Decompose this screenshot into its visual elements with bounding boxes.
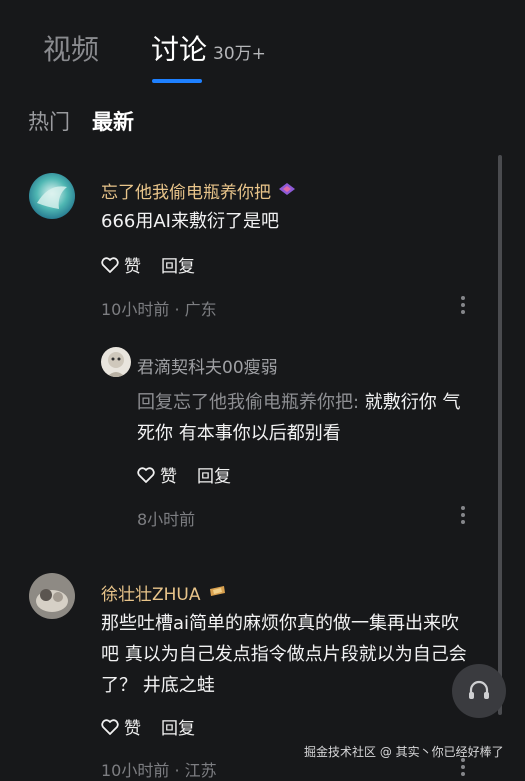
heart-icon [101, 718, 119, 735]
reply-button[interactable]: 回复 [161, 714, 195, 739]
comment-text: 那些吐槽ai简单的麻烦你真的做一集再出来吹吧 真以为自己发点指令做点片段就以为自… [101, 608, 476, 701]
author-name[interactable]: 徐壮壮ZHUA [101, 580, 201, 605]
reply-actions: 赞 回复 [137, 462, 231, 487]
like-label: 赞 [160, 467, 177, 487]
scrollbar[interactable] [498, 155, 502, 715]
like-button[interactable]: 赞 [137, 462, 177, 487]
reply-text: 回复忘了他我偷电瓶养你把: 就敷衍你 气死你 有本事你以后都别看 [137, 387, 477, 449]
comment-meta: 10小时前 · 江苏 [101, 761, 217, 780]
discuss-count: 30万+ [213, 44, 266, 64]
sort-hot[interactable]: 热门 [28, 106, 70, 136]
comment-text-content: 那些吐槽ai简单的麻烦你真的做一集再出来吹吧 真以为自己发点指令做点片段就以为自… [101, 613, 467, 696]
like-button[interactable]: 赞 [101, 714, 141, 739]
comment-actions: 赞 回复 [101, 714, 195, 739]
comment-text: 666用AI来敷衍了是吧 [101, 206, 461, 237]
customer-support-button[interactable] [452, 664, 506, 718]
more-options-icon[interactable] [460, 296, 466, 316]
author-name[interactable]: 君滴契科夫00瘦弱 [137, 353, 278, 378]
reply-button[interactable]: 回复 [197, 462, 231, 487]
comment-actions: 赞 回复 [101, 252, 195, 277]
avatar[interactable] [29, 173, 75, 219]
comment-meta: 10小时前 · 广东 [101, 300, 217, 319]
like-label: 赞 [124, 257, 141, 277]
like-label: 赞 [124, 719, 141, 739]
author-name[interactable]: 忘了他我偷电瓶养你把 [101, 178, 271, 203]
comment-author[interactable]: 徐壮壮ZHUA [101, 580, 227, 605]
watermark: 掘金技术社区 @ 其实丶你已经好棒了 [304, 745, 504, 759]
more-options-icon[interactable] [460, 506, 466, 526]
tab-video[interactable]: 视频 [43, 28, 99, 68]
level-badge-icon [277, 182, 297, 200]
reply-button[interactable]: 回复 [161, 252, 195, 277]
headset-icon [469, 680, 489, 699]
comment-text-content: 666用AI来敷衍了是吧 [101, 211, 279, 232]
avatar[interactable] [29, 573, 75, 619]
like-button[interactable]: 赞 [101, 252, 141, 277]
reply-author[interactable]: 君滴契科夫00瘦弱 [137, 353, 278, 378]
level-badge-icon [207, 584, 227, 602]
sort-switch: 热门 最新 [28, 106, 134, 136]
avatar[interactable] [101, 347, 131, 377]
heart-icon [101, 256, 119, 273]
comment-author[interactable]: 忘了他我偷电瓶养你把 [101, 178, 297, 203]
top-tabs: 视频 讨论 30万+ [43, 28, 266, 83]
tab-discuss[interactable]: 讨论 [151, 28, 207, 83]
heart-icon [137, 466, 155, 483]
sort-latest[interactable]: 最新 [92, 106, 134, 136]
reply-meta: 8小时前 [137, 510, 196, 529]
reply-to-prefix[interactable]: 回复忘了他我偷电瓶养你把: [137, 392, 359, 413]
more-options-icon[interactable] [460, 758, 466, 778]
